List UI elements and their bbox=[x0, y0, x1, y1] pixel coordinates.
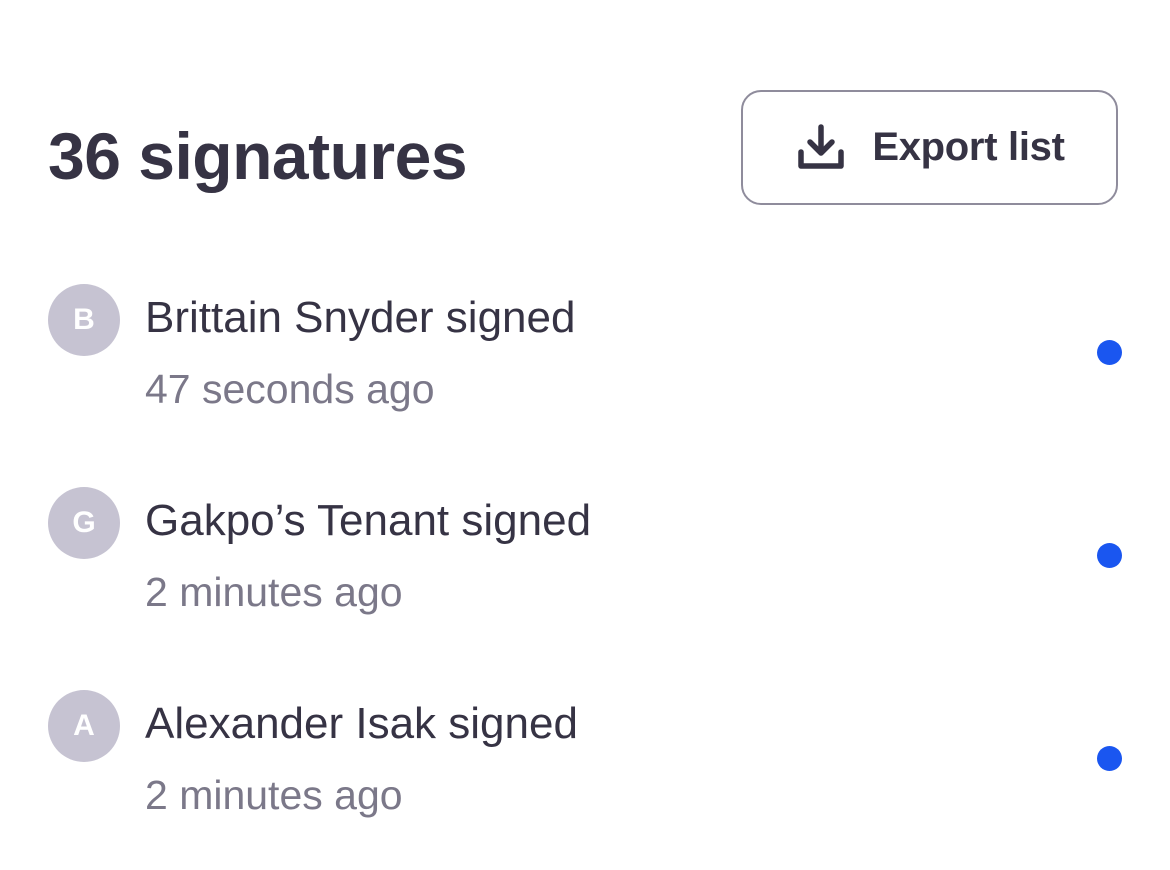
unread-dot-icon bbox=[1097, 746, 1122, 771]
signature-timestamp: 2 minutes ago bbox=[145, 569, 403, 615]
export-list-label: Export list bbox=[872, 125, 1065, 169]
signature-text: Gakpo’s Tenant signed bbox=[145, 496, 592, 545]
signature-row-3[interactable]: A Alexander Isak signed 2 minutes ago bbox=[0, 690, 1170, 850]
signature-row-2[interactable]: G Gakpo’s Tenant signed 2 minutes ago bbox=[0, 487, 1170, 647]
avatar: G bbox=[48, 487, 120, 559]
unread-dot-icon bbox=[1097, 543, 1122, 568]
avatar: B bbox=[48, 284, 120, 356]
signature-text: Alexander Isak signed bbox=[145, 699, 578, 748]
download-icon bbox=[794, 121, 848, 175]
export-list-button[interactable]: Export list bbox=[741, 90, 1118, 205]
signature-timestamp: 47 seconds ago bbox=[145, 366, 435, 412]
signature-timestamp: 2 minutes ago bbox=[145, 772, 403, 818]
signature-text: Brittain Snyder signed bbox=[145, 293, 576, 342]
signature-row-1[interactable]: B Brittain Snyder signed 47 seconds ago bbox=[0, 284, 1170, 444]
unread-dot-icon bbox=[1097, 340, 1122, 365]
avatar: A bbox=[48, 690, 120, 762]
page-title: 36 signatures bbox=[48, 119, 468, 193]
